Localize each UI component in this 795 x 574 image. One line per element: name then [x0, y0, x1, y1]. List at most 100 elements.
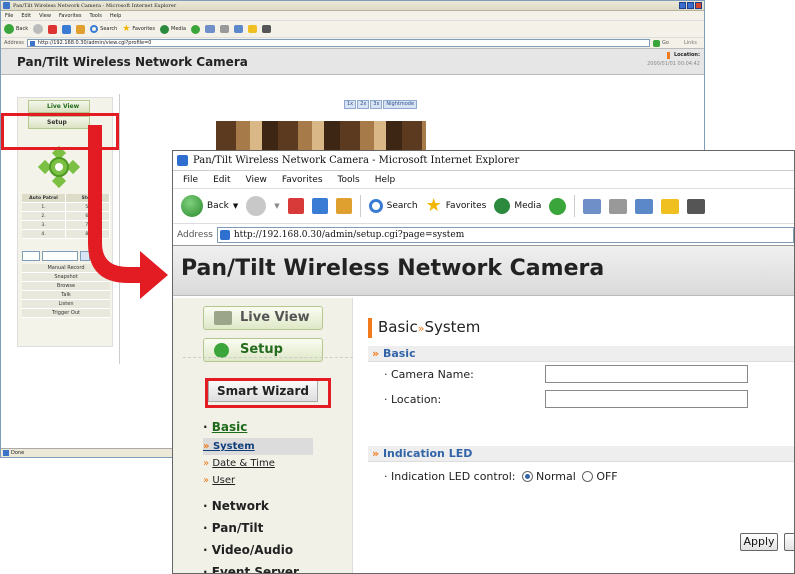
camera-name-text: Camera Name:: [391, 368, 474, 381]
live-view-button[interactable]: Live View: [203, 306, 323, 330]
media-button[interactable]: Media: [494, 198, 541, 214]
forward-icon[interactable]: [33, 24, 44, 34]
apply-button[interactable]: Apply: [740, 533, 778, 551]
led-off-label: OFF: [596, 470, 618, 483]
go-arrow-icon: [653, 39, 660, 47]
live-view-label: Live View: [240, 310, 310, 325]
maximize-icon[interactable]: [687, 2, 694, 9]
sidebar-item-pan-tilt[interactable]: · Pan/Tilt: [203, 517, 313, 539]
date-time-link[interactable]: Date & Time: [212, 458, 275, 469]
menu-help[interactable]: Help: [110, 11, 121, 20]
folder-icon[interactable]: [661, 198, 680, 214]
title-bar: Pan/Tilt Wireless Network Camera - Micro…: [173, 151, 794, 171]
chevron-down-icon: ▼: [274, 202, 280, 210]
history-icon[interactable]: [549, 197, 567, 215]
sidebar-item-video-audio[interactable]: · Video/Audio: [203, 539, 313, 561]
pan-home-icon[interactable]: [49, 157, 69, 177]
preset-3[interactable]: 3.: [22, 221, 66, 229]
home-icon[interactable]: [76, 24, 86, 34]
back-button[interactable]: Back: [4, 24, 28, 34]
forward-icon[interactable]: [246, 196, 267, 216]
camera-header: Pan/Tilt Wireless Network Camera: [173, 246, 794, 296]
favorites-button[interactable]: ★ Favorites: [122, 24, 155, 34]
favorites-button[interactable]: ★ Favorites: [426, 197, 487, 215]
trigger-out-button[interactable]: Trigger Out: [22, 309, 110, 318]
edit-icon[interactable]: [635, 198, 654, 214]
cancel-button[interactable]: [784, 533, 794, 551]
menu-file[interactable]: File: [183, 171, 198, 188]
live-view-button[interactable]: Live View: [28, 100, 90, 113]
star-icon: ★: [122, 24, 131, 34]
setup-button[interactable]: Setup: [203, 338, 323, 362]
zoom-1x-button[interactable]: 1x: [344, 100, 357, 109]
stop-icon[interactable]: [287, 198, 304, 214]
nightmode-button[interactable]: Nightmode: [383, 100, 418, 109]
led-off-radio[interactable]: [582, 471, 594, 482]
stop-icon[interactable]: [48, 24, 58, 34]
sidebar-item-system[interactable]: » System: [203, 438, 313, 455]
menu-edit[interactable]: Edit: [213, 171, 230, 188]
led-control-label: Indication LED control:: [391, 470, 516, 483]
refresh-icon[interactable]: [62, 24, 72, 34]
edit-icon[interactable]: [234, 25, 244, 33]
menu-help[interactable]: Help: [375, 171, 396, 188]
menu-view[interactable]: View: [246, 171, 267, 188]
led-normal-radio[interactable]: [522, 471, 533, 482]
history-icon[interactable]: [191, 24, 201, 34]
search-icon: [90, 25, 99, 33]
print-icon[interactable]: [220, 25, 230, 33]
preset-1[interactable]: 1.: [22, 203, 66, 211]
preset-4[interactable]: 4.: [22, 230, 66, 238]
menu-view[interactable]: View: [39, 11, 51, 20]
preset-2[interactable]: 2.: [22, 212, 66, 220]
auto-patrol-button[interactable]: Auto Patrol: [22, 194, 66, 202]
messenger-icon[interactable]: [687, 198, 706, 214]
search-label: Search: [100, 26, 118, 32]
address-bar: Address http://192.168.0.30/admin/view.c…: [1, 38, 704, 49]
mail-icon[interactable]: [583, 198, 602, 214]
mail-icon[interactable]: [205, 25, 216, 33]
print-icon[interactable]: [609, 198, 628, 214]
menu-file[interactable]: File: [5, 11, 13, 20]
refresh-icon[interactable]: [311, 198, 328, 214]
star-icon: ★: [425, 195, 442, 216]
sidebar-item-date-time[interactable]: » Date & Time: [203, 455, 313, 472]
section-indication-led: » Indication LED: [368, 446, 794, 462]
preset-select[interactable]: [22, 251, 40, 261]
search-button[interactable]: Search: [90, 25, 117, 33]
address-label: Address: [4, 40, 24, 46]
media-icon: [494, 198, 511, 214]
menu-favorites[interactable]: Favorites: [282, 171, 323, 188]
preset-name-input[interactable]: [42, 251, 78, 261]
favorites-label: Favorites: [132, 26, 155, 32]
user-link[interactable]: User: [212, 475, 235, 486]
sidebar-item-network[interactable]: · Network: [203, 495, 313, 517]
home-icon[interactable]: [335, 198, 352, 214]
menu-tools[interactable]: Tools: [338, 171, 360, 188]
search-button[interactable]: Search: [368, 199, 418, 213]
close-icon[interactable]: [695, 2, 702, 9]
links-label[interactable]: Links: [684, 40, 704, 46]
menu-edit[interactable]: Edit: [21, 11, 31, 20]
pan-tilt-pad[interactable]: [37, 145, 81, 189]
zoom-3x-button[interactable]: 3x: [370, 100, 383, 109]
sidebar-item-user[interactable]: » User: [203, 472, 313, 489]
foreground-browser-window: Pan/Tilt Wireless Network Camera - Micro…: [172, 150, 795, 574]
address-input[interactable]: http://192.168.0.30/admin/view.cgi?profi…: [26, 39, 650, 47]
menu-favorites[interactable]: Favorites: [59, 11, 82, 20]
go-button[interactable]: Go: [653, 39, 681, 47]
minimize-icon[interactable]: [679, 2, 686, 9]
back-button[interactable]: Back ▼: [181, 195, 238, 217]
location-input[interactable]: [545, 390, 748, 408]
go-label: Go: [662, 40, 669, 46]
sidebar-item-basic[interactable]: · Basic: [203, 416, 313, 438]
messenger-icon[interactable]: [262, 25, 272, 33]
zoom-2x-button[interactable]: 2x: [357, 100, 370, 109]
address-input[interactable]: http://192.168.0.30/admin/setup.cgi?page…: [216, 226, 794, 243]
sidebar-item-event-server[interactable]: · Event Server: [203, 561, 313, 573]
menu-tools[interactable]: Tools: [90, 11, 102, 20]
folder-icon[interactable]: [248, 25, 258, 33]
camera-name-input[interactable]: [545, 365, 748, 383]
media-button[interactable]: Media: [160, 24, 186, 34]
chevron-right-icon: »: [203, 441, 210, 452]
